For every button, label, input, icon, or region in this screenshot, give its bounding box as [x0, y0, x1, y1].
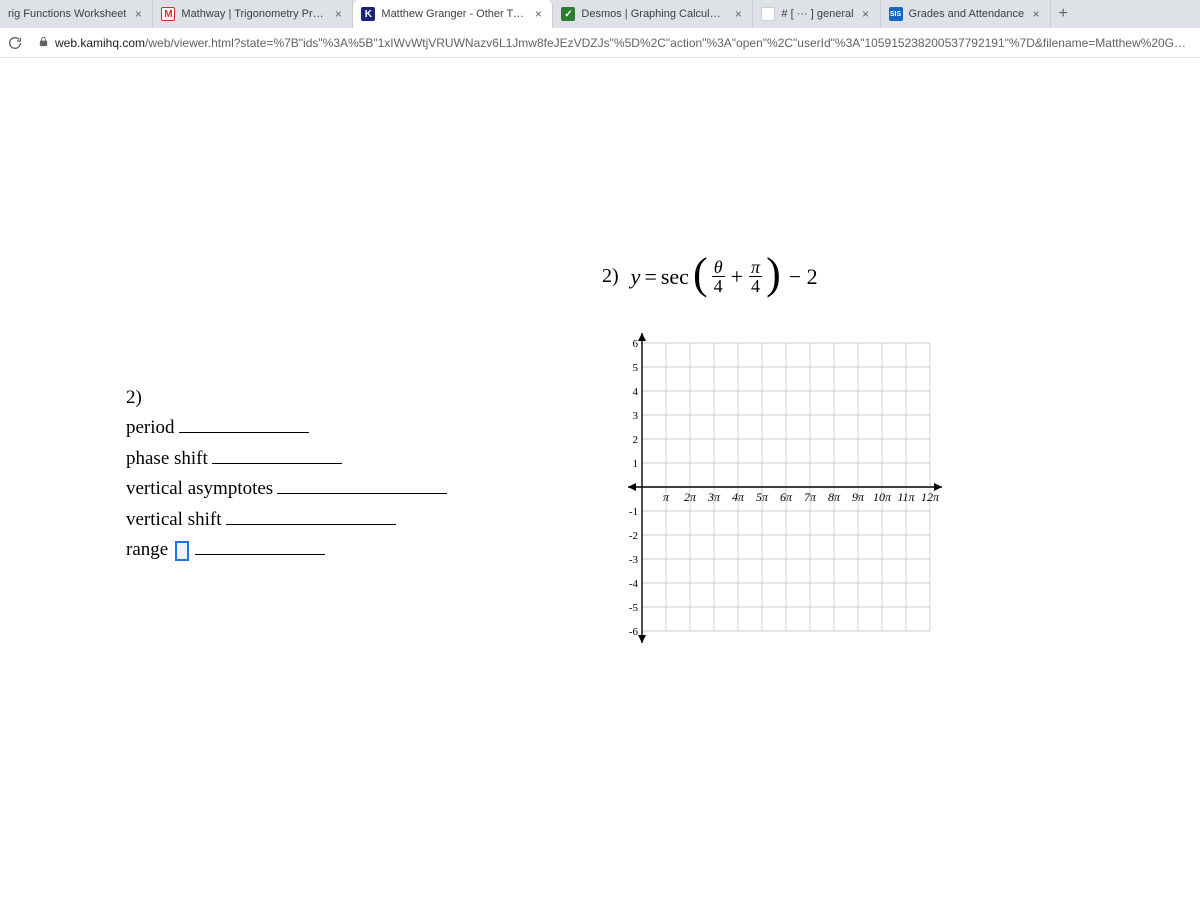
field-phase-shift: phase shift [126, 444, 447, 473]
reload-icon [7, 35, 23, 51]
svg-text:-2: -2 [629, 530, 638, 542]
reload-button[interactable] [6, 34, 24, 52]
svg-text:8π: 8π [828, 490, 841, 504]
field-vertical-shift: vertical shift [126, 505, 447, 534]
field-period: period [126, 413, 447, 442]
svg-text:6π: 6π [780, 490, 793, 504]
problem-number: 2) [602, 265, 619, 288]
omnibox[interactable]: web.kamihq.com/web/viewer.html?state=%7B… [32, 32, 1194, 54]
close-icon[interactable]: × [1030, 8, 1042, 20]
url-text: web.kamihq.com/web/viewer.html?state=%7B… [55, 36, 1188, 50]
document-page: 2) y = sec ( θ 4 + π 4 ) − 2 2) period p… [0, 58, 1200, 900]
field-vertical-asymptotes: vertical asymptotes [126, 474, 447, 503]
tab-strip: rig Functions Worksheet × M Mathway | Tr… [0, 0, 1200, 28]
svg-text:-3: -3 [629, 554, 639, 566]
tab-3[interactable]: ✓ Desmos | Graphing Calculator × [553, 0, 753, 28]
close-icon[interactable]: × [532, 8, 544, 20]
tab-title: # [ ··· ] general [781, 8, 853, 20]
svg-text:π: π [663, 490, 670, 504]
svg-text:4: 4 [633, 386, 639, 398]
tab-5[interactable]: SIS Grades and Attendance × [881, 0, 1052, 28]
svg-text:-6: -6 [629, 626, 639, 638]
svg-text:-1: -1 [629, 506, 638, 518]
svg-text:7π: 7π [804, 490, 817, 504]
tab-4[interactable]: # [ ··· ] general × [753, 0, 880, 28]
svg-text:3π: 3π [707, 490, 721, 504]
svg-text:10π: 10π [873, 490, 892, 504]
tab-title: Matthew Granger - Other Trig Fun [381, 8, 526, 20]
favicon: SIS [889, 7, 903, 21]
problem-label: 2) [126, 383, 447, 412]
tab-0[interactable]: rig Functions Worksheet × [0, 0, 153, 28]
tab-title: rig Functions Worksheet [8, 8, 126, 20]
address-bar: web.kamihq.com/web/viewer.html?state=%7B… [0, 28, 1200, 58]
tab-2[interactable]: K Matthew Granger - Other Trig Fun × [353, 0, 553, 28]
favicon [761, 7, 775, 21]
svg-text:9π: 9π [852, 490, 865, 504]
svg-text:5: 5 [633, 362, 639, 374]
new-tab-button[interactable]: + [1051, 2, 1075, 26]
close-icon[interactable]: × [332, 8, 344, 20]
tab-1[interactable]: M Mathway | Trigonometry Problem × [153, 0, 353, 28]
equation-2: 2) y = sec ( θ 4 + π 4 ) − 2 [602, 258, 818, 295]
worksheet-fields: 2) period phase shift vertical asymptote… [126, 383, 447, 566]
svg-text:2π: 2π [684, 490, 697, 504]
svg-text:-5: -5 [629, 602, 639, 614]
tab-title: Grades and Attendance [909, 8, 1025, 20]
svg-text:6: 6 [633, 338, 639, 350]
close-icon[interactable]: × [132, 8, 144, 20]
svg-text:1: 1 [633, 458, 639, 470]
text-cursor[interactable] [175, 541, 189, 561]
svg-text:-4: -4 [629, 578, 639, 590]
svg-text:4π: 4π [732, 490, 745, 504]
svg-text:11π: 11π [897, 490, 915, 504]
blank-graph: 6 5 4 3 2 1 -1 -2 -3 -4 -5 -6 π 2π [612, 333, 952, 653]
close-icon[interactable]: × [860, 8, 872, 20]
svg-text:2: 2 [633, 434, 639, 446]
field-range: range [126, 535, 447, 564]
favicon: M [161, 7, 175, 21]
close-icon[interactable]: × [732, 8, 744, 20]
tab-title: Desmos | Graphing Calculator [581, 8, 726, 20]
svg-text:3: 3 [633, 410, 639, 422]
svg-text:5π: 5π [756, 490, 769, 504]
equation-body: y = sec ( θ 4 + π 4 ) − 2 [631, 258, 818, 295]
tab-title: Mathway | Trigonometry Problem [181, 8, 326, 20]
lock-icon [38, 35, 49, 51]
svg-text:12π: 12π [921, 490, 940, 504]
favicon: ✓ [561, 7, 575, 21]
favicon: K [361, 7, 375, 21]
